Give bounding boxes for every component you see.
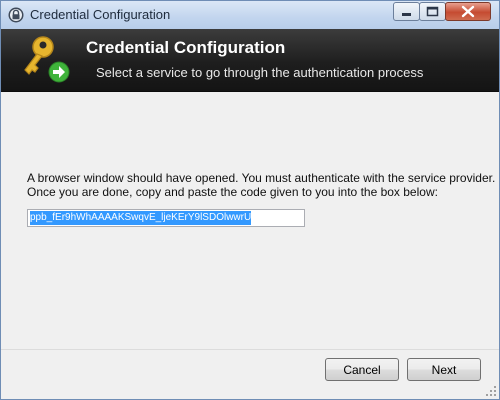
instruction-line-2: Once you are done, copy and paste the co…: [27, 185, 438, 199]
minimize-icon: [402, 13, 411, 16]
banner-title: Credential Configuration: [86, 38, 286, 57]
credential-configuration-window: Credential Configuration Credential Conf…: [0, 0, 500, 400]
lock-icon: [8, 7, 24, 23]
instruction-line-1: A browser window should have opened. You…: [27, 171, 496, 185]
auth-code-value: ppb_fEr9hWhAAAAKSwqvE_ljeKErY9lSDOlwwrU: [30, 211, 252, 225]
resize-grip-icon[interactable]: [485, 385, 497, 397]
maximize-icon: [426, 6, 439, 17]
auth-code-input[interactable]: ppb_fEr9hWhAAAAKSwqvE_ljeKErY9lSDOlwwrU: [27, 209, 305, 227]
cancel-button[interactable]: Cancel: [325, 358, 399, 381]
footer: Cancel Next: [1, 350, 499, 399]
title-bar[interactable]: Credential Configuration: [1, 1, 499, 29]
header-banner: Credential Configuration Select a servic…: [1, 29, 499, 92]
window-title: Credential Configuration: [30, 7, 171, 22]
close-icon: [461, 5, 475, 18]
close-button[interactable]: [445, 2, 491, 21]
banner-subtitle: Select a service to go through the authe…: [96, 65, 424, 80]
maximize-button[interactable]: [419, 2, 446, 21]
key-icon: [24, 36, 70, 83]
main-content: A browser window should have opened. You…: [1, 92, 499, 349]
minimize-button[interactable]: [393, 2, 420, 21]
instruction-text: A browser window should have opened. You…: [27, 171, 495, 199]
next-button[interactable]: Next: [407, 358, 481, 381]
